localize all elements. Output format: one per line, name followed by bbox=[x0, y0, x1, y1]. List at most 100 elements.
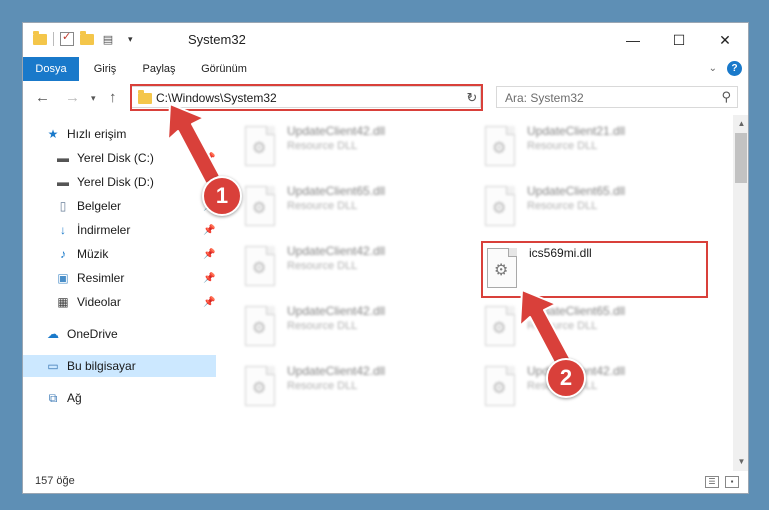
file-name: UpdateClient42.dll bbox=[287, 304, 386, 318]
sidebar-item-label: Belgeler bbox=[77, 199, 122, 213]
dll-file-icon: ⚙ bbox=[485, 186, 515, 226]
tab-gorunum[interactable]: Görünüm bbox=[193, 57, 255, 81]
tab-dosya[interactable]: Dosya bbox=[23, 57, 79, 81]
file-item[interactable]: ⚙ UpdateClient42.dllResource DLL bbox=[245, 243, 470, 293]
sidebar-item-bu-bilgisayar[interactable]: ▭ Bu bilgisayar bbox=[23, 355, 216, 377]
file-type: Resource DLL bbox=[287, 140, 358, 152]
step-badge-1: 1 bbox=[202, 176, 242, 216]
file-name: UpdateClient42.dll bbox=[287, 244, 386, 258]
file-item[interactable]: ⚙ UpdateClient42.dllResource DLL bbox=[245, 303, 470, 353]
file-item[interactable]: ⚙ UpdateClient42.dll Resource DLL bbox=[245, 123, 470, 173]
pin-icon[interactable]: 📌 bbox=[203, 273, 215, 284]
drive-icon: ▬ bbox=[57, 151, 69, 165]
title-bar: ▤ ▾ System32 — ☐ ✕ bbox=[23, 23, 748, 57]
music-icon: ♪ bbox=[60, 247, 66, 261]
scroll-down-icon[interactable]: ▼ bbox=[733, 455, 748, 469]
sidebar-item-hizli-erisim[interactable]: ★ Hızlı erişim bbox=[23, 123, 216, 145]
pin-icon[interactable]: 📌 bbox=[203, 249, 215, 260]
dll-file-icon: ⚙ bbox=[485, 306, 515, 346]
toolbar-separator bbox=[53, 32, 54, 46]
maximize-button[interactable]: ☐ bbox=[656, 23, 702, 57]
network-icon: ⧉ bbox=[48, 390, 58, 405]
file-item[interactable]: ⚙ UpdateClient42.dllResource DLL bbox=[485, 363, 710, 413]
sidebar-item-label: Yerel Disk (C:) bbox=[77, 151, 154, 165]
minimize-button[interactable]: — bbox=[610, 23, 656, 57]
file-name: UpdateClient21.dll bbox=[527, 124, 626, 138]
dll-file-icon: ⚙ bbox=[485, 126, 515, 166]
pin-icon[interactable]: 📌 bbox=[203, 297, 215, 308]
pictures-icon: ▣ bbox=[57, 271, 69, 285]
properties-icon[interactable] bbox=[60, 30, 74, 46]
qat-dropdown-icon[interactable]: ▾ bbox=[128, 34, 133, 45]
dll-file-icon: ⚙ bbox=[245, 186, 275, 226]
sidebar-item-indirmeler[interactable]: ↓ İndirmeler 📌 bbox=[23, 219, 216, 241]
recent-locations-icon[interactable]: ▾ bbox=[91, 93, 96, 104]
window-title: System32 bbox=[188, 32, 246, 47]
quick-access-toolbar: ▤ ▾ bbox=[33, 30, 133, 46]
sidebar-item-yerel-disk-d[interactable]: ▬ Yerel Disk (D:) bbox=[23, 171, 216, 193]
scrollbar-thumb[interactable] bbox=[735, 133, 747, 183]
tab-giris[interactable]: Giriş bbox=[83, 57, 127, 81]
pin-icon[interactable]: 📌 bbox=[203, 153, 215, 164]
file-item[interactable]: ⚙ UpdateClient21.dll Resource DLL bbox=[485, 123, 710, 173]
customize-view-icon[interactable]: ▤ bbox=[100, 32, 116, 46]
computer-icon: ▭ bbox=[47, 359, 59, 373]
search-placeholder: Ara: System32 bbox=[505, 91, 584, 105]
file-name: UpdateClient42.dll bbox=[287, 124, 386, 138]
vertical-scrollbar[interactable]: ▲ ▼ bbox=[733, 115, 748, 471]
file-item[interactable]: ⚙ UpdateClient65.dll Resource DLL bbox=[485, 183, 710, 233]
drive-icon: ▬ bbox=[57, 175, 69, 189]
sidebar-item-label: Resimler bbox=[77, 271, 125, 285]
file-type: Resource DLL bbox=[527, 140, 598, 152]
back-arrow-icon[interactable]: ← bbox=[35, 89, 50, 106]
search-icon[interactable]: ⚲ bbox=[721, 89, 731, 105]
file-name: UpdateClient65.dll bbox=[287, 184, 386, 198]
download-icon: ↓ bbox=[60, 223, 66, 237]
sidebar-item-onedrive[interactable]: ☁ OneDrive bbox=[23, 323, 216, 345]
ribbon-tabs: Dosya Giriş Paylaş Görünüm ⌄ ? bbox=[23, 57, 748, 82]
scroll-up-icon[interactable]: ▲ bbox=[733, 117, 748, 131]
sidebar-item-videolar[interactable]: ▦ Videolar 📌 bbox=[23, 291, 216, 313]
explorer-window: ▤ ▾ System32 — ☐ ✕ Dosya Giriş Paylaş Gö… bbox=[22, 22, 749, 494]
file-type: Resource DLL bbox=[287, 200, 358, 212]
sidebar-item-label: OneDrive bbox=[67, 327, 118, 341]
tab-paylas[interactable]: Paylaş bbox=[133, 57, 185, 81]
file-type: Resource DLL bbox=[287, 380, 358, 392]
sidebar-item-label: Müzik bbox=[77, 247, 109, 261]
sidebar-item-label: Ağ bbox=[67, 391, 82, 405]
search-input[interactable]: Ara: System32 ⚲ bbox=[496, 86, 738, 108]
file-name: UpdateClient42.dll bbox=[287, 364, 386, 378]
sidebar-item-resimler[interactable]: ▣ Resimler 📌 bbox=[23, 267, 216, 289]
sidebar-item-label: Videolar bbox=[77, 295, 121, 309]
star-icon: ★ bbox=[47, 127, 59, 141]
forward-arrow-icon[interactable]: → bbox=[65, 89, 80, 106]
details-view-icon[interactable]: ☰ bbox=[705, 476, 719, 488]
video-icon: ▦ bbox=[57, 295, 69, 309]
up-arrow-icon[interactable]: ↑ bbox=[109, 89, 117, 106]
dll-file-icon: ⚙ bbox=[245, 126, 275, 166]
navigation-pane: ★ Hızlı erişim ▬ Yerel Disk (C:) 📌 ▬ Yer… bbox=[23, 115, 216, 471]
address-row: ← → ▾ ↑ C:\Windows\System32 ⌄ ↻ Ara: Sys… bbox=[23, 81, 748, 115]
file-item[interactable]: ⚙ UpdateClient65.dll Resource DLL bbox=[245, 183, 470, 233]
file-type: Resource DLL bbox=[527, 200, 598, 212]
folder-icon bbox=[33, 30, 47, 45]
expand-ribbon-icon[interactable]: ⌄ bbox=[709, 63, 717, 74]
sidebar-item-label: Hızlı erişim bbox=[67, 127, 127, 141]
sidebar-item-ag[interactable]: ⧉ Ağ bbox=[23, 387, 216, 409]
close-button[interactable]: ✕ bbox=[702, 23, 748, 57]
sidebar-item-belgeler[interactable]: ▯ Belgeler 📌 bbox=[23, 195, 216, 217]
file-item[interactable]: ⚙ UpdateClient65.dll Resource DLL bbox=[485, 303, 710, 353]
sidebar-item-yerel-disk-c[interactable]: ▬ Yerel Disk (C:) 📌 bbox=[23, 147, 216, 169]
address-highlight-box bbox=[130, 84, 483, 111]
file-name: UpdateClient65.dll bbox=[527, 304, 626, 318]
dll-file-icon: ⚙ bbox=[245, 306, 275, 346]
file-item[interactable]: ⚙ UpdateClient42.dllResource DLL bbox=[245, 363, 470, 413]
cloud-icon: ☁ bbox=[47, 327, 59, 341]
new-folder-icon[interactable] bbox=[80, 30, 94, 45]
pin-icon[interactable]: 📌 bbox=[203, 225, 215, 236]
large-icons-view-icon[interactable]: ▪ bbox=[725, 476, 739, 488]
help-icon[interactable]: ? bbox=[727, 61, 742, 76]
file-type: Resource DLL bbox=[527, 320, 598, 332]
sidebar-item-muzik[interactable]: ♪ Müzik 📌 bbox=[23, 243, 216, 265]
item-count: 157 öğe bbox=[35, 475, 75, 487]
